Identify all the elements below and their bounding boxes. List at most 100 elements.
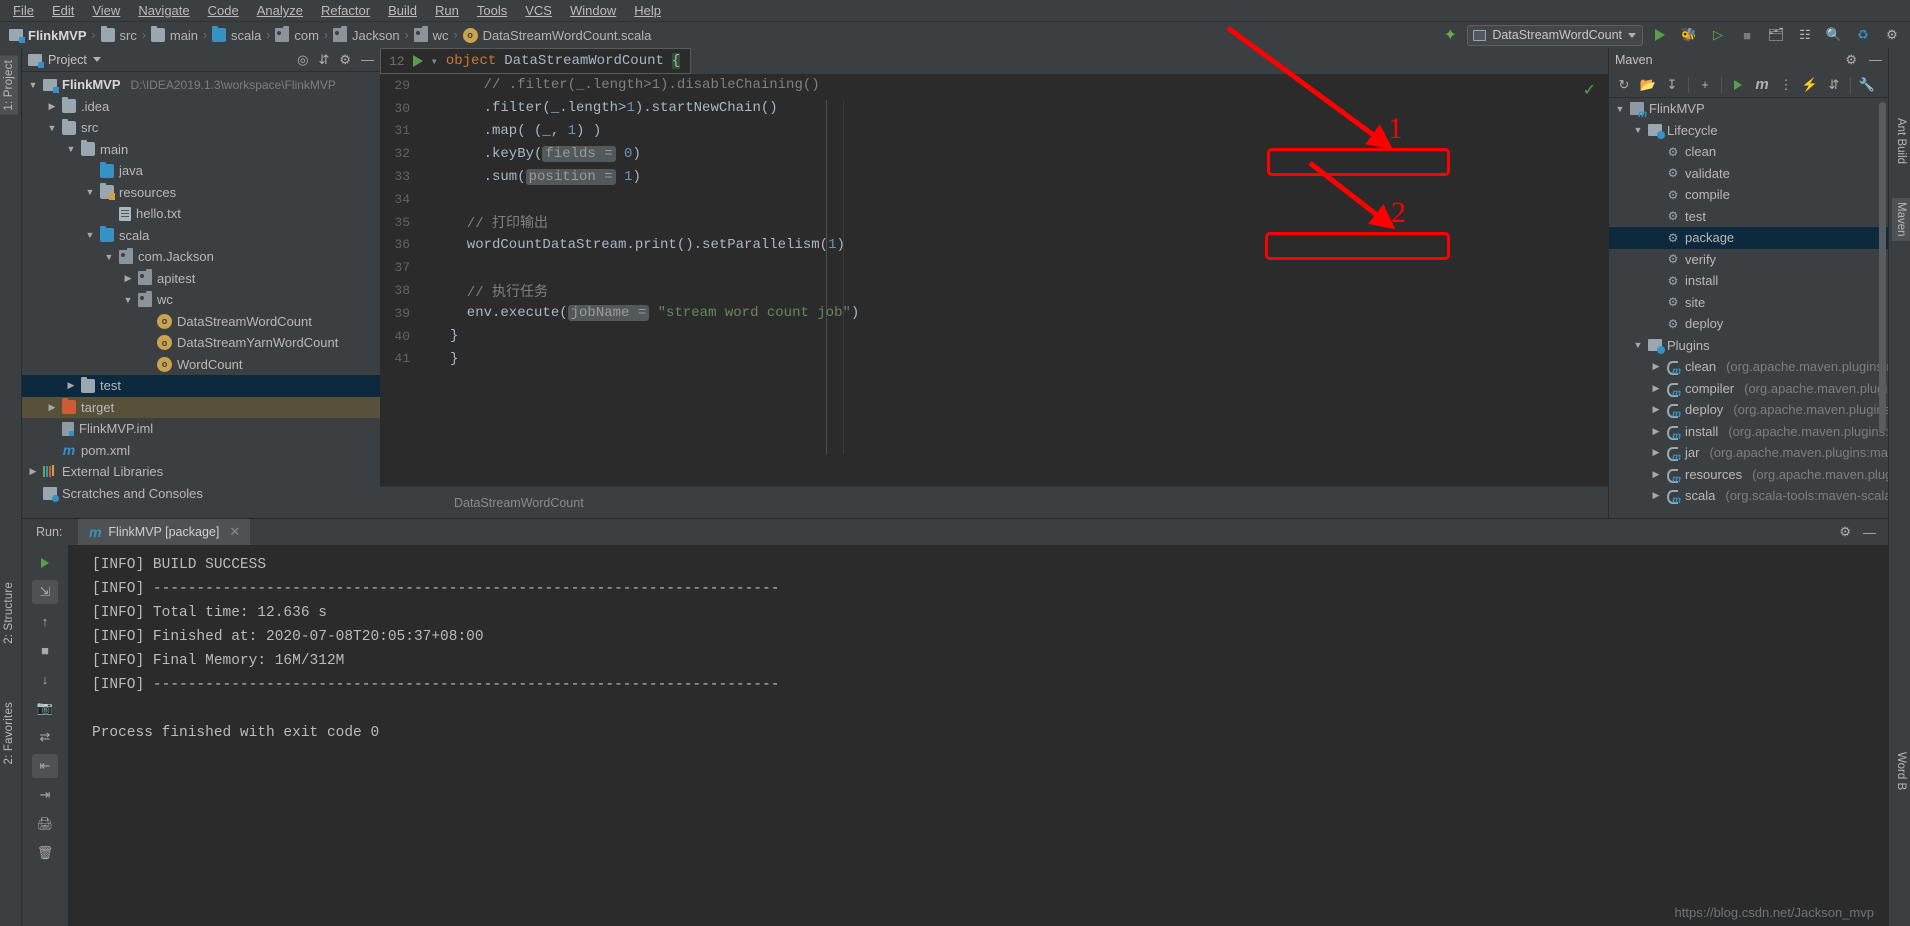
stop-icon[interactable]: ■ [1735,24,1759,46]
chevron-right-icon[interactable]: ▶ [1651,168,1661,179]
chevron-right-icon[interactable]: ▶ [1651,490,1661,501]
run-gutter-icon[interactable] [412,55,423,67]
sidebar-item-favorites[interactable]: 2: Favorites [0,698,18,768]
gear-icon[interactable]: ⚙ [339,52,351,68]
sidebar-item-project[interactable]: 1: Project [0,56,18,115]
maven-item-compiler[interactable]: ▶ compiler (org.apache.maven.plugins [1609,378,1888,400]
chevron-right-icon[interactable]: ▶ [1651,404,1661,415]
gear-icon[interactable]: ⚙ [1839,524,1851,540]
chevron-right-icon[interactable]: ▶ [47,402,57,413]
menu-item-help[interactable]: Help [625,1,670,20]
code-line[interactable]: 33 .sum(position = 1) [380,165,1608,188]
tree-item-apitest[interactable]: ▶ apitest [22,268,380,290]
sidebar-item-maven[interactable]: Maven [1892,198,1910,241]
scroll-down-icon[interactable]: ↓ [32,667,58,691]
chevron-down-icon[interactable]: ▼ [104,252,114,262]
maven-wrench-icon[interactable]: 🔧 [1856,74,1878,96]
camera-icon[interactable]: 📷 [32,696,58,720]
code-line[interactable]: 39 env.execute(jobName = "stream word co… [380,302,1608,325]
inspection-ok-icon[interactable]: ✓ [1583,80,1596,100]
maven-item-scala[interactable]: ▶ scala (org.scala-tools:maven-scala-pl [1609,485,1888,507]
tree-item-scratches-and-consoles[interactable]: ▶ Scratches and Consoles [22,483,380,505]
sidebar-item-word-b[interactable]: Word B [1892,748,1910,794]
project-file-tree[interactable]: ▼ FlinkMVP D:\IDEA2019.1.3\workspace\Flink… [22,72,380,515]
code-line[interactable]: 36 wordCountDataStream.print().setParall… [380,234,1608,257]
run-coverage-icon[interactable]: ▷ [1706,24,1730,46]
settings-icon[interactable]: ⚙ [1880,24,1904,46]
tree-item-flinkmvp-iml[interactable]: ▶ FlinkMVP.iml [22,418,380,440]
maven-item-install[interactable]: ▶ ⚙ install [1609,270,1888,292]
toggle-skip-tests-icon[interactable]: ⚡ [1799,74,1821,96]
sidebar-item-structure[interactable]: 2: Structure [0,578,18,648]
chevron-right-icon[interactable]: ▶ [1651,211,1661,222]
tree-item-wc[interactable]: ▼ wc [22,289,380,311]
tree-item-flinkmvp[interactable]: ▼ FlinkMVP D:\IDEA2019.1.3\workspace\Flink… [22,74,380,96]
maven-item-clean[interactable]: ▶ clean (org.apache.maven.plugins:ma [1609,356,1888,378]
code-line[interactable]: 29 // .filter(_.length>1).disableChainin… [380,74,1608,97]
hide-icon[interactable]: — [1869,52,1882,68]
menu-item-vcs[interactable]: VCS [516,1,561,20]
code-line[interactable]: 40} [380,325,1608,348]
tree-item-test[interactable]: ▶ test [22,375,380,397]
chevron-right-icon[interactable]: ▶ [1651,232,1661,243]
chevron-down-icon[interactable] [92,57,101,62]
tree-item-datastreamyarnwordcount[interactable]: ▶ o DataStreamYarnWordCount [22,332,380,354]
menu-item-edit[interactable]: Edit [43,1,83,20]
maven-settings-icon[interactable]: m [1751,74,1773,96]
hammer-icon[interactable]: ✦ [1438,24,1462,46]
tree-item-src[interactable]: ▼ src [22,117,380,139]
run-icon[interactable] [1648,24,1672,46]
tree-item-hello-txt[interactable]: ▶ hello.txt [22,203,380,225]
code-line[interactable]: 30 .filter(_.length>1).startNewChain() [380,97,1608,120]
add-maven-project-icon[interactable]: + [1694,74,1716,96]
chevron-right-icon[interactable]: ▶ [123,273,133,284]
download-sources-icon[interactable]: ↧ [1661,74,1683,96]
maven-item-lifecycle[interactable]: ▼ Lifecycle [1609,120,1888,142]
maven-item-package[interactable]: ▶ ⚙ package [1609,227,1888,249]
sidebar-item-ant-build[interactable]: Ant Build [1892,114,1910,168]
run-configuration-selector[interactable]: DataStreamWordCount [1467,24,1643,46]
maven-item-verify[interactable]: ▶ ⚙ verify [1609,249,1888,271]
chevron-right-icon[interactable]: ▶ [1651,361,1661,372]
chevron-right-icon[interactable]: ▶ [142,359,152,370]
collapse-all-icon[interactable]: ⇵ [318,52,329,68]
code-line[interactable]: 32 .keyBy(fields = 0) [380,142,1608,165]
chevron-down-icon[interactable]: ▼ [1633,340,1643,350]
chevron-right-icon[interactable]: ▶ [1651,469,1661,480]
chevron-right-icon[interactable]: ▶ [1651,146,1661,157]
maven-item-clean[interactable]: ▶ ⚙ clean [1609,141,1888,163]
tree-item-scala[interactable]: ▼ scala [22,225,380,247]
search-icon[interactable]: 🔍 [1822,24,1846,46]
debug-icon[interactable]: 🐝 [1677,24,1701,46]
chevron-right-icon[interactable]: ▶ [66,380,76,391]
project-structure-icon[interactable]: 🗂 [1764,24,1788,46]
close-icon[interactable]: ✕ [229,524,240,540]
chevron-right-icon[interactable]: ▶ [1651,383,1661,394]
collapse-icon[interactable]: ⇲ [32,580,58,604]
maven-item-compile[interactable]: ▶ ⚙ compile [1609,184,1888,206]
maven-item-test[interactable]: ▶ ⚙ test [1609,206,1888,228]
toggle-offline-icon[interactable]: ⋮ [1775,74,1797,96]
code-line[interactable]: 35 // 打印输出 [380,211,1608,234]
chevron-right-icon[interactable]: ▶ [1651,275,1661,286]
code-line[interactable]: 34 [380,188,1608,211]
chevron-right-icon[interactable]: ▶ [47,445,57,456]
update-icon[interactable]: ♻ [1851,24,1875,46]
code-line[interactable]: 37 [380,256,1608,279]
menu-item-tools[interactable]: Tools [468,1,516,20]
maven-item-validate[interactable]: ▶ ⚙ validate [1609,163,1888,185]
maven-item-site[interactable]: ▶ ⚙ site [1609,292,1888,314]
maven-item-flinkmvp[interactable]: ▼ FlinkMVP [1609,98,1888,120]
chevron-down-icon[interactable]: ▼ [47,123,57,133]
run-tab-flinkmvp-package[interactable]: m FlinkMVP [package] ✕ [78,519,251,545]
maven-item-plugins[interactable]: ▼ Plugins [1609,335,1888,357]
fold-icon[interactable]: ▾ [431,54,438,69]
maven-item-deploy[interactable]: ▶ deploy (org.apache.maven.plugins:m [1609,399,1888,421]
chevron-right-icon[interactable]: ▶ [1651,254,1661,265]
maven-item-resources[interactable]: ▶ resources (org.apache.maven.plugins [1609,464,1888,486]
menu-item-navigate[interactable]: Navigate [129,1,198,20]
maven-item-jar[interactable]: ▶ jar (org.apache.maven.plugins:maven [1609,442,1888,464]
chevron-down-icon[interactable]: ▼ [123,295,133,305]
gear-icon[interactable]: ⚙ [1845,52,1857,68]
breadcrumb-item-com[interactable]: com [272,26,322,43]
